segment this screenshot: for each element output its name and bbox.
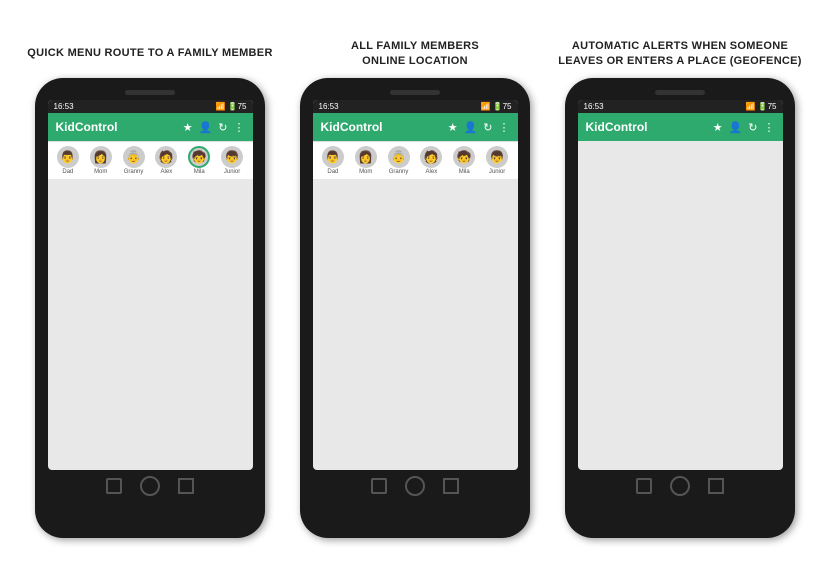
- phone-3: 16:53 📶 🔋75 KidControl ★ 👤 ↻ ⋮: [565, 78, 795, 538]
- app-title-3: KidControl: [586, 120, 648, 134]
- family-bar-1: 👨 Dad 👩 Mom 👵 Granny 🧑 Alex: [48, 141, 253, 179]
- phone-screen-2: 16:53 📶 🔋75 KidControl ★ 👤 ↻ ⋮: [313, 100, 518, 470]
- family-granny[interactable]: 👵 Granny: [123, 146, 145, 175]
- family-granny-2[interactable]: 👵 Granny: [388, 146, 410, 175]
- back-btn-1[interactable]: [106, 478, 122, 494]
- star-icon-2[interactable]: ★: [448, 121, 458, 134]
- family-dad-2[interactable]: 👨 Dad: [322, 146, 344, 175]
- phone-speaker-2: [390, 90, 440, 95]
- avatar-dad: 👨: [57, 146, 79, 168]
- more-icon-2[interactable]: ⋮: [499, 121, 510, 134]
- phone-screen-3: 16:53 📶 🔋75 KidControl ★ 👤 ↻ ⋮: [578, 100, 783, 470]
- recent-btn-3[interactable]: [708, 478, 724, 494]
- section-title-3: AUTOMATIC ALERTS WHEN SOMEONE LEAVES OR …: [558, 38, 802, 70]
- app-header-1: KidControl ★ 👤 ↻ ⋮: [48, 113, 253, 141]
- app-title-1: KidControl: [56, 120, 118, 134]
- phone-section-3: AUTOMATIC ALERTS WHEN SOMEONE LEAVES OR …: [548, 38, 813, 538]
- more-icon-3[interactable]: ⋮: [764, 121, 775, 134]
- home-btn-3[interactable]: [670, 476, 690, 496]
- star-icon[interactable]: ★: [183, 121, 193, 134]
- family-junior-2[interactable]: 👦 Junior: [486, 146, 508, 175]
- refresh-icon-3[interactable]: ↻: [748, 121, 757, 134]
- app-header-2: KidControl ★ 👤 ↻ ⋮: [313, 113, 518, 141]
- status-bar-2: 16:53 📶 🔋75: [313, 100, 518, 113]
- avatar-granny-2: 👵: [388, 146, 410, 168]
- phone-1: 16:53 📶 🔋75 KidControl ★ 👤 ↻ ⋮: [35, 78, 265, 538]
- star-icon-3[interactable]: ★: [713, 121, 723, 134]
- phone-2: 16:53 📶 🔋75 KidControl ★ 👤 ↻ ⋮: [300, 78, 530, 538]
- avatar-mom: 👩: [90, 146, 112, 168]
- family-alex-2[interactable]: 🧑 Alex: [420, 146, 442, 175]
- family-junior[interactable]: 👦 Junior: [221, 146, 243, 175]
- phone-bottom-3: [636, 476, 724, 496]
- header-icons-3: ★ 👤 ↻ ⋮: [713, 121, 775, 134]
- phone-section-1: QUICK MENU ROUTE TO A FAMILY MEMBER 16:5…: [18, 38, 283, 538]
- add-member-icon-2[interactable]: 👤: [464, 121, 478, 134]
- back-btn-2[interactable]: [371, 478, 387, 494]
- family-bar-2: 👨 Dad 👩 Mom 👵 Granny 🧑 Alex: [313, 141, 518, 179]
- status-bar-1: 16:53 📶 🔋75: [48, 100, 253, 113]
- avatar-granny: 👵: [123, 146, 145, 168]
- add-member-icon-3[interactable]: 👤: [729, 121, 743, 134]
- avatar-alex-2: 🧑: [420, 146, 442, 168]
- phone-speaker-1: [125, 90, 175, 95]
- family-dad[interactable]: 👨 Dad: [57, 146, 79, 175]
- phone-screen-1: 16:53 📶 🔋75 KidControl ★ 👤 ↻ ⋮: [48, 100, 253, 470]
- section-title-1: QUICK MENU ROUTE TO A FAMILY MEMBER: [27, 38, 272, 70]
- avatar-junior-2: 👦: [486, 146, 508, 168]
- phone-speaker-3: [655, 90, 705, 95]
- phone-bottom-1: [106, 476, 194, 496]
- header-icons-1: ★ 👤 ↻ ⋮: [183, 121, 245, 134]
- phone-section-2: ALL FAMILY MEMBERS ONLINE LOCATION 16:53…: [283, 38, 548, 538]
- family-mila-2[interactable]: 🧒 Mila: [453, 146, 475, 175]
- family-alex[interactable]: 🧑 Alex: [155, 146, 177, 175]
- avatar-mila: 🧒: [188, 146, 210, 168]
- app-header-3: KidControl ★ 👤 ↻ ⋮: [578, 113, 783, 141]
- back-btn-3[interactable]: [636, 478, 652, 494]
- home-btn-2[interactable]: [405, 476, 425, 496]
- section-title-2: ALL FAMILY MEMBERS ONLINE LOCATION: [351, 38, 479, 70]
- family-mom[interactable]: 👩 Mom: [90, 146, 112, 175]
- refresh-icon-2[interactable]: ↻: [483, 121, 492, 134]
- phone-bottom-2: [371, 476, 459, 496]
- recent-btn-1[interactable]: [178, 478, 194, 494]
- refresh-icon[interactable]: ↻: [218, 121, 227, 134]
- home-btn-1[interactable]: [140, 476, 160, 496]
- avatar-dad-2: 👨: [322, 146, 344, 168]
- avatar-junior: 👦: [221, 146, 243, 168]
- avatar-mila-2: 🧒: [453, 146, 475, 168]
- header-icons-2: ★ 👤 ↻ ⋮: [448, 121, 510, 134]
- add-member-icon[interactable]: 👤: [199, 121, 213, 134]
- family-mom-2[interactable]: 👩 Mom: [355, 146, 377, 175]
- avatar-mom-2: 👩: [355, 146, 377, 168]
- family-mila[interactable]: 🧒 Mila: [188, 146, 210, 175]
- avatar-alex: 🧑: [155, 146, 177, 168]
- main-container: QUICK MENU ROUTE TO A FAMILY MEMBER 16:5…: [10, 38, 820, 538]
- recent-btn-2[interactable]: [443, 478, 459, 494]
- status-bar-3: 16:53 📶 🔋75: [578, 100, 783, 113]
- more-icon[interactable]: ⋮: [234, 121, 245, 134]
- app-title-2: KidControl: [321, 120, 383, 134]
